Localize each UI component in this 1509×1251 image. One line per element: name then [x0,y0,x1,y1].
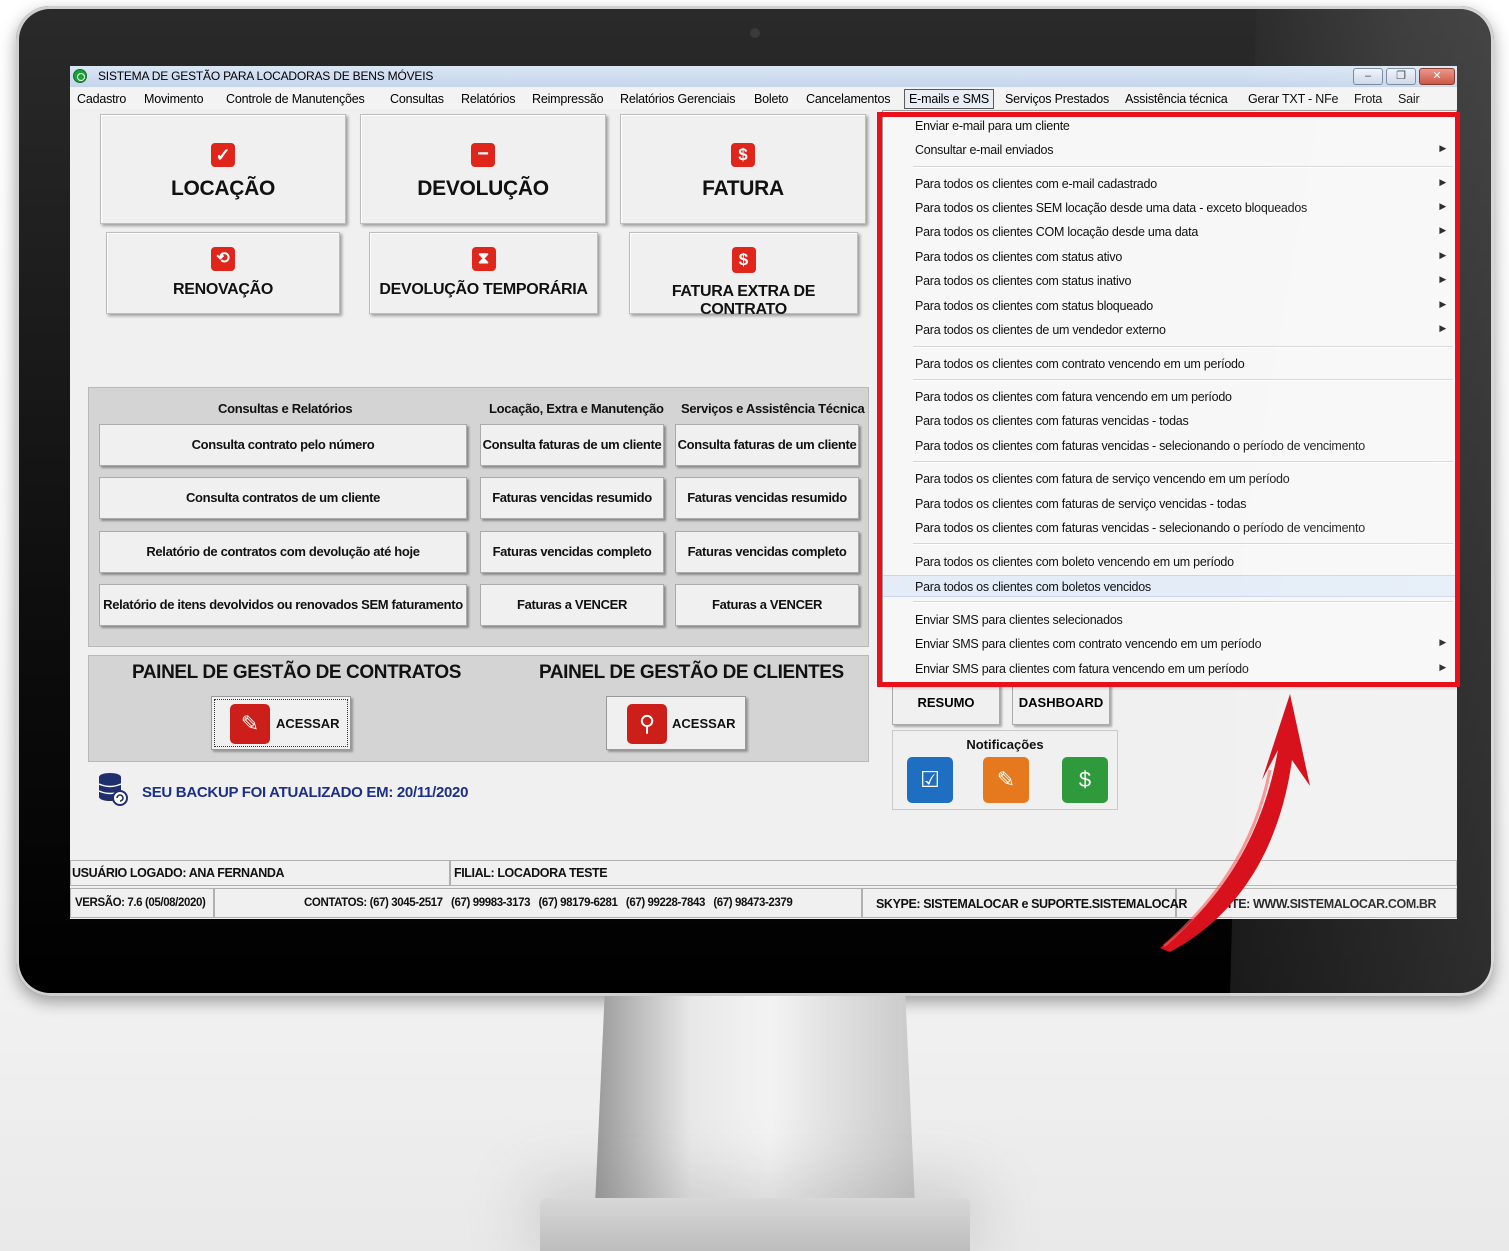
col-title-servicos: Serviços e Assistência Técnica [681,401,865,416]
servicos-consulta-faturas-button[interactable]: Consulta faturas de um cliente [675,424,859,466]
filial: FILIAL: LOCADORA TESTE [454,866,608,880]
dollar-icon: $ [731,143,755,167]
menu-cadastro[interactable]: Cadastro [77,92,126,106]
contatos: CONTATOS: (67) 3045-2517 (67) 99983-3173… [304,897,793,909]
menu-servicos-prestados[interactable]: Serviços Prestados [1005,92,1109,106]
notificacoes-title: Notificações [966,737,1044,752]
minus-icon: − [471,143,495,167]
fatura-label: FATURA [702,177,784,200]
minimize-icon[interactable]: – [1353,68,1383,85]
database-backup-icon [98,773,128,806]
camera-dot [750,28,760,38]
locacao-button[interactable]: ✓ LOCAÇÃO [100,114,346,224]
monitor-stand [595,996,915,1206]
painel-clientes-title: PAINEL DE GESTÃO DE CLIENTES [539,662,844,683]
menu-consultas[interactable]: Consultas [390,92,444,106]
consulta-contratos-cliente-button[interactable]: Consulta contratos de um cliente [99,477,467,519]
renovacao-label: RENOVAÇÃO [172,281,274,298]
menu-gerar-txt-nfe[interactable]: Gerar TXT - NFe [1248,92,1339,106]
servicos-faturas-completo-button[interactable]: Faturas vencidas completo [675,531,859,573]
renovacao-button[interactable]: ⟲ RENOVAÇÃO [106,232,340,314]
menu-cancelamentos[interactable]: Cancelamentos [806,92,890,106]
menu-sair[interactable]: Sair [1398,92,1420,106]
faturas-vencidas-completo-button[interactable]: Faturas vencidas completo [480,531,664,573]
highlight-box [877,112,1460,687]
menu-emails-sms[interactable]: E-mails e SMS [904,89,995,109]
check-icon: ✓ [211,143,235,167]
devolucao-label: DEVOLUÇÃO [417,177,549,200]
consulta-contrato-numero-button[interactable]: Consulta contrato pelo número [99,424,467,466]
devolucao-button[interactable]: − DEVOLUÇÃO [360,114,606,224]
col-title-locacao: Locação, Extra e Manutenção [489,401,664,416]
menu-assistencia-tecnica[interactable]: Assistência técnica [1125,92,1228,106]
menu-reimpressao[interactable]: Reimpressão [532,92,604,106]
servicos-faturas-a-vencer-button[interactable]: Faturas a VENCER [675,584,859,626]
servicos-faturas-resumido-button[interactable]: Faturas vencidas resumido [675,477,859,519]
painel-contratos-title: PAINEL DE GESTÃO DE CONTRATOS [132,662,462,683]
renew-icon: ⟲ [211,247,235,271]
fatura-extra-button[interactable]: $ FATURA EXTRA DE CONTRATO [629,232,858,318]
skype: SKYPE: SISTEMALOCAR e SUPORTE.SISTEMALOC… [876,897,1188,911]
window-title: SISTEMA DE GESTÃO PARA LOCADORAS DE BENS… [98,69,434,83]
dashboard-button[interactable]: DASHBOARD [1012,683,1110,725]
devolucao-temporaria-label: DEVOLUÇÃO TEMPORÁRIA [379,281,588,298]
resumo-button[interactable]: RESUMO [892,683,1000,725]
faturas-a-vencer-button[interactable]: Faturas a VENCER [480,584,664,626]
app-logo-icon [73,69,87,83]
acessar-clientes-button[interactable]: ⚲ ACESSAR [606,696,746,750]
acessar-clientes-label: ACESSAR [672,716,736,731]
acessar-contratos-label: ACESSAR [276,716,340,731]
checklist-document-icon[interactable]: ☑ [907,757,953,803]
menu-boleto[interactable]: Boleto [754,92,788,106]
faturas-vencidas-resumido-button[interactable]: Faturas vencidas resumido [480,477,664,519]
invoice-money-icon[interactable]: $ [1062,757,1108,803]
title-bar: SISTEMA DE GESTÃO PARA LOCADORAS DE BENS… [70,66,1457,87]
edit-document-icon[interactable]: ✎ [983,757,1029,803]
logged-user: USUÁRIO LOGADO: ANA FERNANDA [72,866,285,880]
acessar-contratos-button[interactable]: ✎ ACESSAR [211,696,351,750]
menu-bar: Cadastro Movimento Controle de Manutençõ… [70,88,1457,109]
monitor-base [540,1198,970,1251]
contract-document-icon: ✎ [230,704,270,744]
menu-controle-manutencoes[interactable]: Controle de Manutenções [226,92,365,106]
notificacoes-panel: Notificações ☑ ✎ $ [892,730,1118,810]
relatorio-itens-devolvidos-button[interactable]: Relatório de itens devolvidos ou renovad… [99,584,467,626]
fatura-extra-label: FATURA EXTRA DE CONTRATO [671,283,816,318]
versao: VERSÃO: 7.6 (05/08/2020) [75,897,206,909]
close-icon[interactable]: ✕ [1419,68,1455,85]
menu-relatorios[interactable]: Relatórios [461,92,515,106]
backup-status: SEU BACKUP FOI ATUALIZADO EM: 20/11/2020 [142,784,469,801]
menu-movimento[interactable]: Movimento [144,92,204,106]
dashboard-label: DASHBOARD [1018,695,1104,710]
resumo-label: RESUMO [917,695,975,710]
fatura-button[interactable]: $ FATURA [620,114,866,224]
clients-search-icon: ⚲ [627,704,667,744]
menu-frota[interactable]: Frota [1354,92,1382,106]
restore-icon[interactable]: ❐ [1386,68,1416,85]
relatorio-devolucao-button[interactable]: Relatório de contratos com devolução até… [99,531,467,573]
locacao-label: LOCAÇÃO [170,177,276,200]
consulta-faturas-cliente-button[interactable]: Consulta faturas de um cliente [480,424,664,466]
col-title-consultas: Consultas e Relatórios [218,401,353,416]
red-arrow-icon [1160,694,1310,952]
dollar-icon: $ [731,247,756,273]
devolucao-temporaria-button[interactable]: ⧗ DEVOLUÇÃO TEMPORÁRIA [369,232,598,314]
menu-relatorios-gerenciais[interactable]: Relatórios Gerenciais [620,92,735,106]
hourglass-icon: ⧗ [471,247,496,271]
